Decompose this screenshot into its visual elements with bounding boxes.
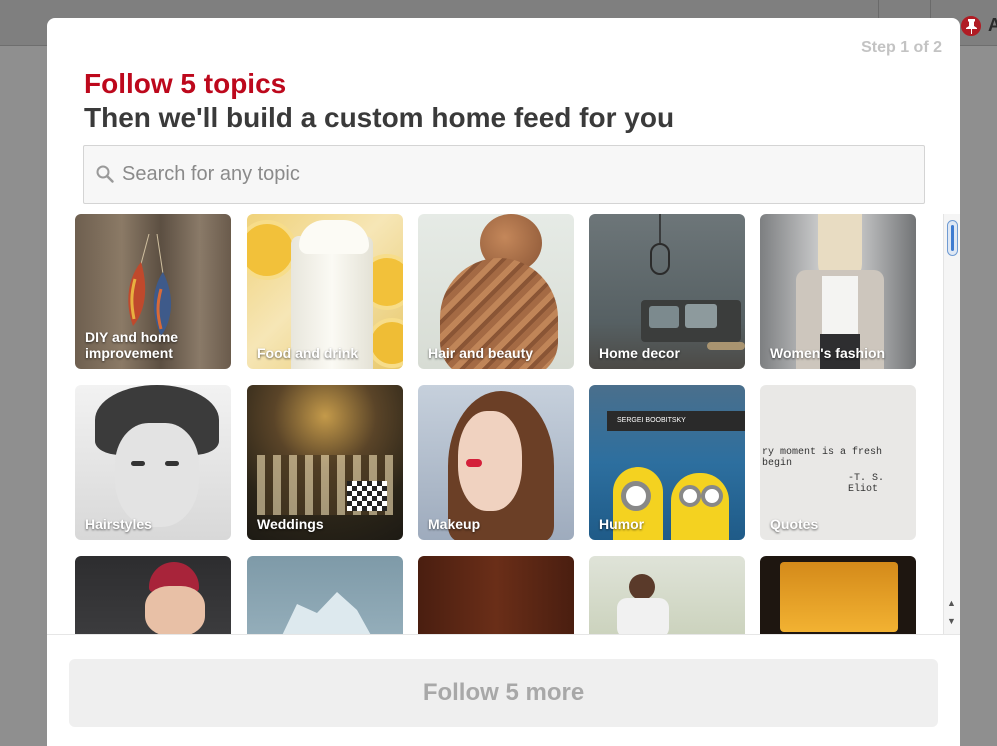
face-image	[145, 586, 205, 634]
cushion-image	[649, 306, 679, 328]
feather-image	[128, 234, 172, 336]
runner-body-image	[617, 598, 669, 634]
goggle-image	[701, 485, 723, 507]
topic-tile-hairstyles[interactable]: Hairstyles	[75, 385, 231, 540]
topic-label: Humor	[599, 516, 645, 532]
lemon-slice-image	[247, 220, 297, 280]
topic-label: Women's fashion	[770, 345, 886, 361]
scroll-down-icon[interactable]: ▼	[947, 616, 956, 626]
topic-label: Weddings	[257, 516, 324, 532]
scrollbar-thumb[interactable]	[947, 220, 958, 256]
sign-text: SERGEI BOOBITSKY	[617, 417, 686, 424]
face-image	[115, 423, 199, 527]
search-box[interactable]	[83, 145, 925, 204]
topic-label: Makeup	[428, 516, 481, 532]
modal-subtitle: Then we'll build a custom home feed for …	[84, 102, 675, 133]
topic-tile-humor[interactable]: SERGEI BOOBITSKY Humor	[589, 385, 745, 540]
topic-tile-hair-beauty[interactable]: Hair and beauty	[418, 214, 574, 369]
topic-tile-row3-2[interactable]	[247, 556, 403, 634]
follow-topics-modal: Step 1 of 2 Follow 5 topics Then we'll b…	[47, 18, 960, 746]
topic-label: DIY and home improvement	[85, 329, 179, 361]
eye-image	[165, 461, 179, 466]
topic-tile-food[interactable]: Food and drink	[247, 214, 403, 369]
modal-title: Follow 5 topics	[84, 68, 287, 99]
search-input[interactable]	[122, 146, 912, 203]
goggle-image	[621, 481, 651, 511]
topic-grid: DIY and home improvement Food and drink …	[47, 214, 960, 634]
topic-label: Hairstyles	[85, 516, 152, 532]
runner-head-image	[629, 574, 655, 600]
topic-tile-row3-5[interactable]	[760, 556, 916, 634]
scroll-up-icon[interactable]: ▲	[947, 598, 956, 608]
modal-footer: Follow 5 more	[47, 634, 960, 746]
eye-image	[131, 461, 145, 466]
topic-tile-quotes[interactable]: ry moment is a fresh begin -T. S. Eliot …	[760, 385, 916, 540]
drink-image	[780, 562, 898, 632]
topic-tile-row3-1[interactable]	[75, 556, 231, 634]
follow-more-button[interactable]: Follow 5 more	[69, 659, 938, 727]
sign-image: SERGEI BOOBITSKY	[607, 411, 745, 431]
topic-tile-weddings[interactable]: Weddings	[247, 385, 403, 540]
topic-label: Home decor	[599, 345, 680, 361]
topic-tile-home-decor[interactable]: Home decor	[589, 214, 745, 369]
search-icon	[96, 165, 114, 183]
topic-tile-makeup[interactable]: Makeup	[418, 385, 574, 540]
topic-label: Quotes	[770, 516, 819, 532]
pinterest-pin-icon[interactable]	[959, 14, 983, 38]
quote-text: ry moment is a fresh begin	[762, 447, 883, 469]
step-indicator: Step 1 of 2	[861, 39, 942, 56]
topic-tile-diy[interactable]: DIY and home improvement	[75, 214, 231, 369]
lips-image	[466, 459, 482, 467]
quote-author: -T. S. Eliot	[848, 473, 885, 495]
goggle-image	[679, 485, 701, 507]
topic-tile-womens-fashion[interactable]: Women's fashion	[760, 214, 916, 369]
topic-tile-row3-3[interactable]	[418, 556, 574, 634]
topic-grid-scrollbar[interactable]: ▲ ▼	[943, 214, 960, 634]
ice-cream-image	[299, 220, 369, 254]
dance-floor-image	[347, 481, 387, 511]
pendant-lamp-image	[650, 214, 670, 275]
topic-label: Hair and beauty	[428, 345, 534, 361]
topic-label: Food and drink	[257, 345, 359, 361]
cushion-image	[685, 304, 717, 328]
iceberg-image	[277, 592, 377, 634]
topic-tile-row3-4[interactable]	[589, 556, 745, 634]
user-initial[interactable]: A	[988, 15, 997, 36]
